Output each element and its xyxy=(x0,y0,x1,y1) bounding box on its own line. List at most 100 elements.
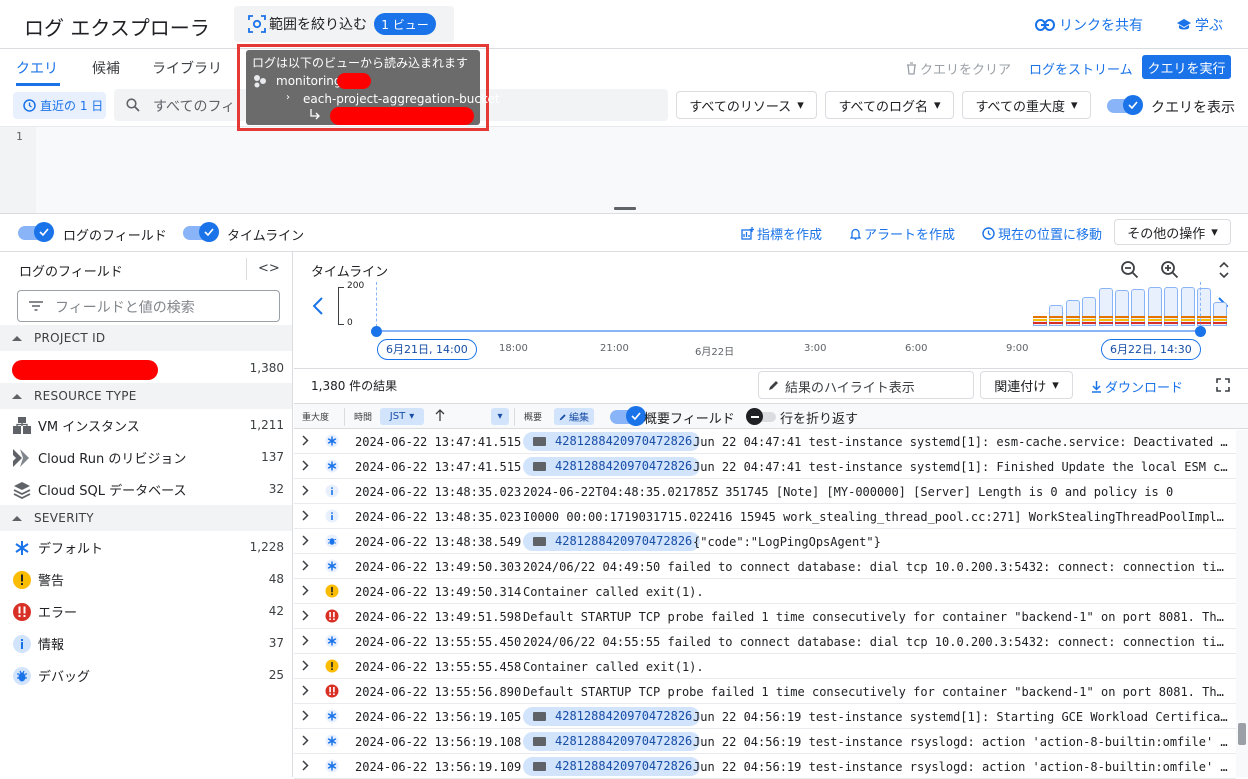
edit-summary-button[interactable]: 編集 xyxy=(554,408,594,425)
field-row-error[interactable]: エラー 42 xyxy=(0,595,292,627)
table-row[interactable]: 2024-06-22 13:56:19.108 42812884209704728… xyxy=(294,729,1236,754)
range-end-handle[interactable] xyxy=(1195,326,1206,337)
expand-row-icon[interactable] xyxy=(302,435,309,446)
sort-dropdown[interactable]: 関連付け ▾ xyxy=(980,371,1073,399)
scrollbar-thumb[interactable] xyxy=(1238,723,1246,745)
expand-row-icon[interactable] xyxy=(302,760,309,771)
time-range-button[interactable]: 直近の 1 日 xyxy=(13,92,106,119)
stream-logs-button[interactable]: ログをストリーム xyxy=(1029,59,1133,78)
table-row[interactable]: 2024-06-22 13:48:35.023 I0000 00:00:17190… xyxy=(294,504,1236,529)
log-name-filter-dropdown[interactable]: すべてのログ名 ▾ xyxy=(825,91,954,119)
expand-row-icon[interactable] xyxy=(302,585,309,596)
instance-id-chip[interactable]: 4281288420970472826 xyxy=(523,732,701,751)
expand-row-icon[interactable] xyxy=(302,510,309,521)
resource-filter-label: すべてのリソース xyxy=(689,99,792,115)
summary-fields-toggle[interactable] xyxy=(610,406,646,426)
share-link-button[interactable]: リンクを共有 xyxy=(1035,15,1143,35)
zoom-out-icon[interactable] xyxy=(1120,260,1140,280)
instance-id-chip[interactable]: 4281288420970472826 xyxy=(523,457,701,476)
expand-row-icon[interactable] xyxy=(302,535,309,546)
row-message: Jun 22 04:47:41 test-instance systemd[1]… xyxy=(693,435,1228,449)
row-message: 2024-06-22T04:48:35.021785Z 351745 [Note… xyxy=(523,485,1174,499)
field-search-input[interactable]: フィールドと値の検索 xyxy=(17,290,280,322)
clear-query-button[interactable]: クエリをクリア xyxy=(906,59,1011,78)
run-query-button[interactable]: クエリを実行 xyxy=(1142,55,1231,79)
instance-id-chip[interactable]: 4281288420970472826 xyxy=(523,432,701,451)
range-start-label[interactable]: 6月21日, 14:00 xyxy=(377,339,477,360)
expand-row-icon[interactable] xyxy=(302,635,309,646)
log-fields-toggle[interactable] xyxy=(18,222,54,242)
zoom-in-icon[interactable] xyxy=(1160,260,1180,280)
project-id-section-header[interactable]: PROJECT ID xyxy=(0,325,292,351)
tab-suggestions[interactable]: 候補 xyxy=(92,58,120,78)
table-row[interactable]: 2024-06-22 13:55:56.890 Default STARTUP T… xyxy=(294,679,1236,704)
redacted-project-id xyxy=(12,360,158,380)
create-alert-button[interactable]: アラートを作成 xyxy=(850,224,955,243)
field-row-default[interactable]: デフォルト 1,228 xyxy=(0,531,292,563)
expand-row-icon[interactable] xyxy=(302,485,309,496)
col-severity[interactable]: 重大度 xyxy=(302,410,329,423)
show-query-toggle[interactable] xyxy=(1107,95,1143,115)
table-row[interactable]: 2024-06-22 13:55:55.458 Container called … xyxy=(294,654,1236,679)
expand-timeline-icon[interactable] xyxy=(1218,262,1230,278)
range-end-label[interactable]: 6月22日, 14:30 xyxy=(1101,339,1201,360)
time-options-dropdown[interactable]: ▾ xyxy=(491,408,509,425)
table-row[interactable]: 2024-06-22 13:56:19.105 42812884209704728… xyxy=(294,704,1236,729)
field-row-project[interactable]: 1,380 xyxy=(0,352,292,384)
timeline-prev-button[interactable] xyxy=(313,297,323,315)
timeline-toggle[interactable] xyxy=(183,222,219,242)
wrap-lines-label: 行を折り返す xyxy=(780,412,859,427)
jump-to-now-button[interactable]: 現在の位置に移動 xyxy=(982,224,1102,243)
table-row[interactable]: 2024-06-22 13:48:35.023 2024-06-22T04:48:… xyxy=(294,479,1236,504)
field-row-warning[interactable]: 警告 48 xyxy=(0,563,292,595)
resource-filter-dropdown[interactable]: すべてのリソース ▾ xyxy=(676,91,817,119)
expand-row-icon[interactable] xyxy=(302,710,309,721)
tab-library[interactable]: ライブラリ xyxy=(152,58,222,78)
table-row[interactable]: 2024-06-22 13:55:55.450 2024/06/22 04:55:… xyxy=(294,629,1236,654)
instance-id-chip[interactable]: 4281288420970472826 xyxy=(523,532,701,551)
field-row-cloud-sql[interactable]: Cloud SQL データベース 32 xyxy=(0,473,292,505)
expand-row-icon[interactable] xyxy=(302,610,309,621)
row-message: 2024/06/22 04:55:55 failed to connect da… xyxy=(523,635,1228,649)
field-row-info[interactable]: 情報 37 xyxy=(0,627,292,659)
create-metric-button[interactable]: 指標を作成 xyxy=(741,224,822,243)
more-actions-dropdown[interactable]: その他の操作 ▾ xyxy=(1114,219,1231,245)
instance-id-chip[interactable]: 4281288420970472826 xyxy=(523,757,701,776)
sort-ascending-icon[interactable] xyxy=(435,409,445,422)
learn-button[interactable]: 学ぶ xyxy=(1176,15,1223,35)
expand-row-icon[interactable] xyxy=(302,460,309,471)
scope-button[interactable]: 範囲を絞り込む 1 ビュー xyxy=(234,6,454,42)
table-row[interactable]: 2024-06-22 13:49:50.314 Container called … xyxy=(294,579,1236,604)
resize-handle[interactable] xyxy=(614,207,636,210)
resource-type-section-header[interactable]: RESOURCE TYPE xyxy=(0,383,292,409)
table-row[interactable]: 2024-06-22 13:49:51.598 Default STARTUP T… xyxy=(294,604,1236,629)
download-button[interactable]: ダウンロード xyxy=(1091,377,1183,396)
highlight-results-input[interactable]: 結果のハイライト表示 xyxy=(758,371,974,399)
field-row-vm-instance[interactable]: VM インスタンス 1,211 xyxy=(0,409,292,441)
table-row[interactable]: 2024-06-22 13:56:19.109 42812884209704728… xyxy=(294,754,1236,779)
table-row[interactable]: 2024-06-22 13:47:41.515 42812884209704728… xyxy=(294,454,1236,479)
expand-row-icon[interactable] xyxy=(302,660,309,671)
expand-row-icon[interactable] xyxy=(302,685,309,696)
fullscreen-icon[interactable] xyxy=(1216,378,1230,392)
expand-row-icon[interactable] xyxy=(302,560,309,571)
severity-filter-dropdown[interactable]: すべての重大度 ▾ xyxy=(962,91,1091,119)
table-row[interactable]: 2024-06-22 13:48:38.549 42812884209704728… xyxy=(294,529,1236,554)
row-timestamp: 2024-06-22 13:48:35.023 xyxy=(355,485,522,499)
tab-query[interactable]: クエリ xyxy=(16,58,60,88)
expand-row-icon[interactable] xyxy=(302,735,309,746)
instance-id-chip[interactable]: 4281288420970472826 xyxy=(523,707,701,726)
wrap-lines-toggle[interactable] xyxy=(746,408,776,426)
range-start-handle[interactable] xyxy=(371,326,382,337)
collapse-panel-icon[interactable]: <> xyxy=(258,261,280,276)
col-time[interactable]: 時間 xyxy=(354,410,372,423)
field-row-debug[interactable]: デバッグ 25 xyxy=(0,659,292,691)
redacted-view-name xyxy=(330,107,474,125)
table-row[interactable]: 2024-06-22 13:49:50.303 2024/06/22 04:49:… xyxy=(294,554,1236,579)
row-message: Default STARTUP TCP probe failed 1 time … xyxy=(523,610,1228,624)
field-row-cloud-run[interactable]: Cloud Run のリビジョン 137 xyxy=(0,441,292,473)
timezone-dropdown[interactable]: JST ▾ xyxy=(380,408,424,425)
query-editor[interactable]: 1 xyxy=(0,126,1248,214)
table-row[interactable]: 2024-06-22 13:47:41.515 42812884209704728… xyxy=(294,429,1236,454)
severity-section-header[interactable]: SEVERITY xyxy=(0,505,292,531)
